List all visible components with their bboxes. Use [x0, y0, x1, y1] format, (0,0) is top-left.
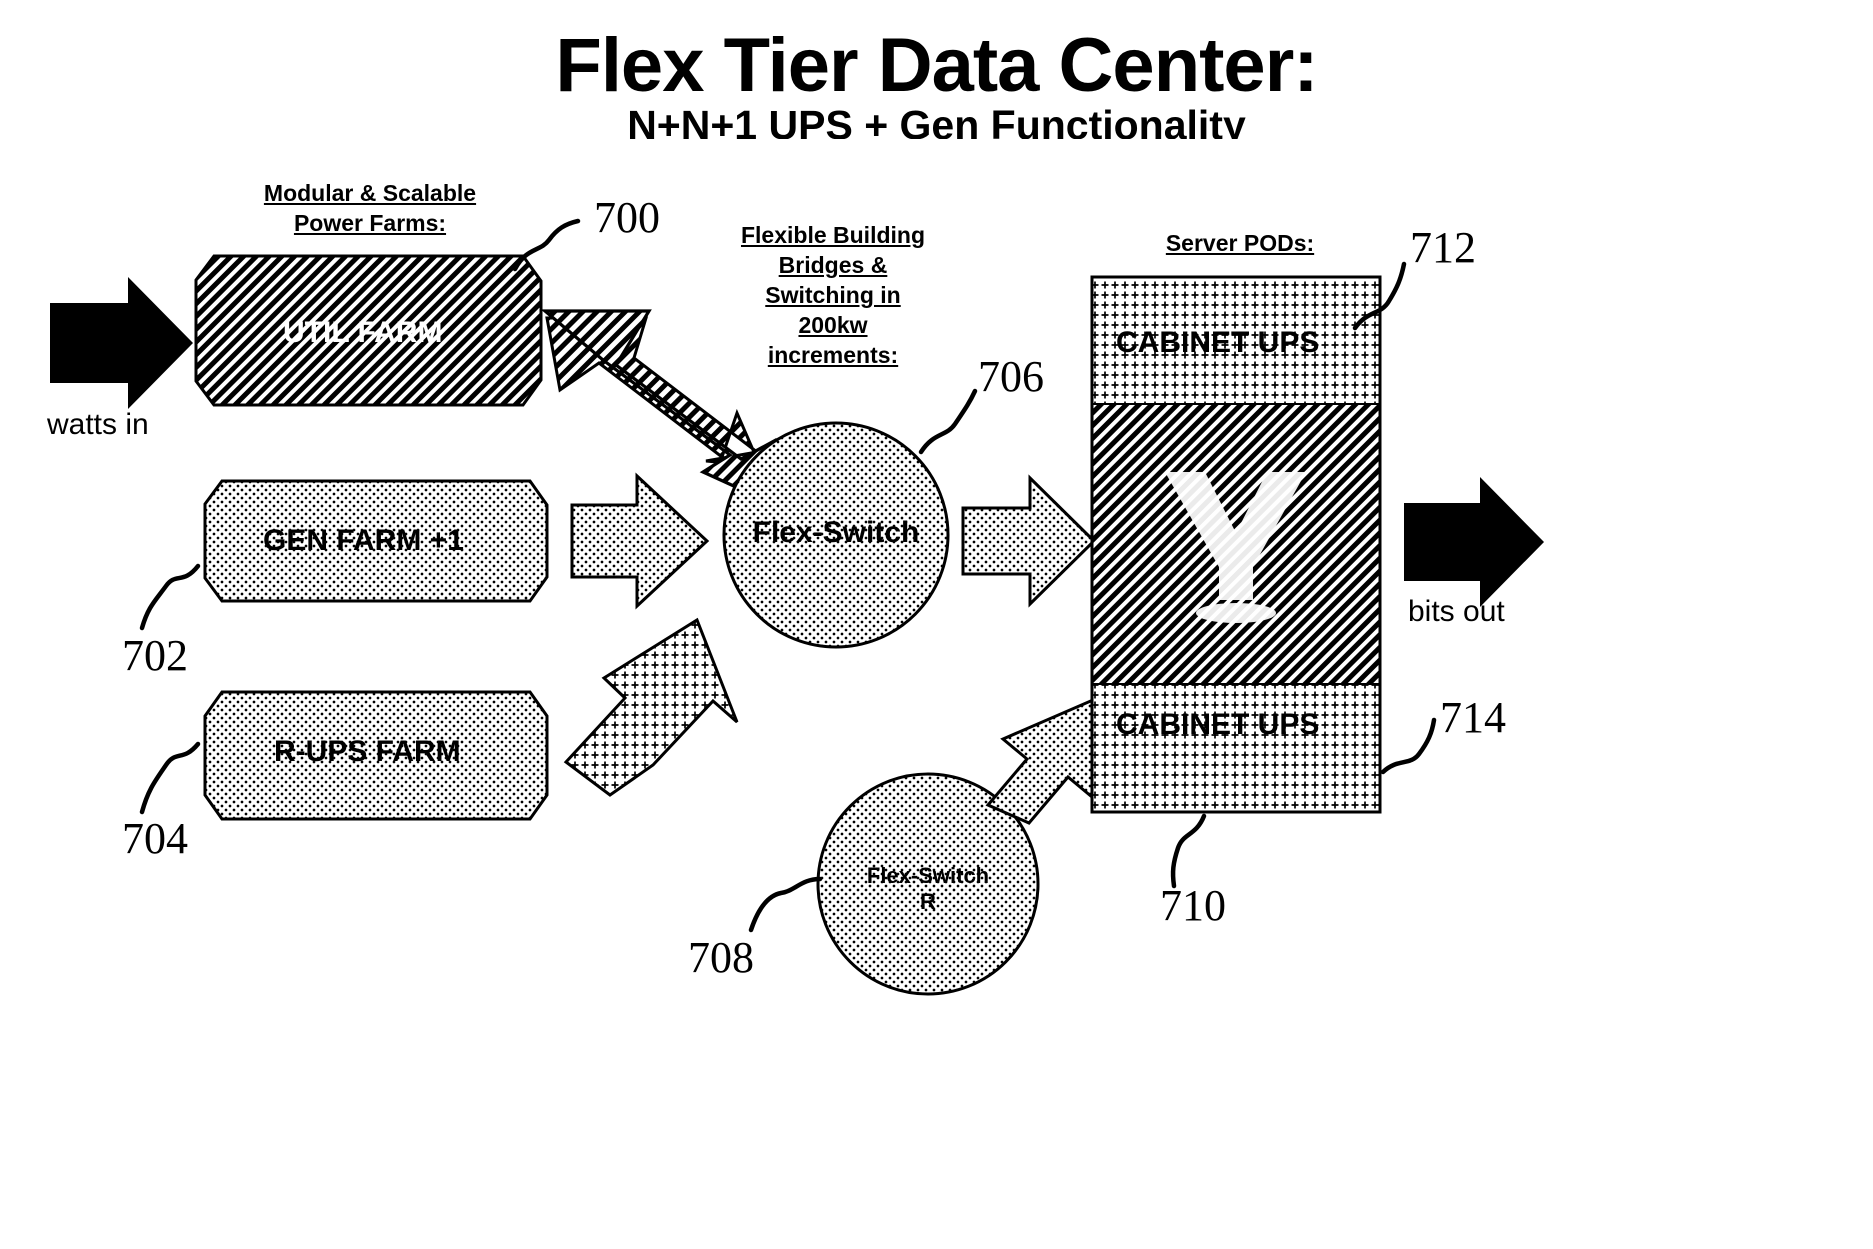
leader-710: [1170, 813, 1207, 889]
leader-702: [139, 563, 201, 631]
rups-to-switch-arrow: [563, 617, 739, 797]
leader-704: [139, 741, 201, 815]
section-heading-server-pods: Server PODs:: [1165, 230, 1315, 256]
bits-out-label: bits out: [1408, 595, 1505, 628]
reference-numeral-712: 712: [1410, 223, 1476, 272]
gen-to-switch-arrow: [570, 472, 710, 610]
watts-in-arrow: [50, 277, 193, 409]
gen-farm-label: GEN FARM +1: [263, 524, 464, 557]
reference-numeral-704: 704: [122, 814, 188, 863]
section-heading-bridges: Flexible Building Bridges & Switching in…: [740, 222, 925, 368]
flex-switch-label: Flex-Switch: [752, 516, 920, 549]
util-farm-label: UTIL FARM: [283, 316, 443, 349]
diagram-canvas: Flex Tier Data Center: N+N+1 UPS + Gen F…: [0, 0, 1873, 1249]
bits-out-arrow: [1404, 477, 1544, 607]
leader-706: [918, 388, 978, 455]
page-subtitle: N+N+1 UPS + Gen Functionality: [627, 105, 1246, 139]
flex-switch-r-label: Flex-Switch R: [866, 863, 990, 914]
reference-numeral-714: 714: [1440, 693, 1506, 742]
leader-714: [1380, 717, 1437, 775]
reference-numeral-706: 706: [978, 352, 1044, 401]
page-title: Flex Tier Data Center:: [555, 23, 1318, 108]
reference-numeral-708: 708: [688, 933, 754, 982]
reference-numeral-702: 702: [122, 631, 188, 680]
watts-in-label: watts in: [47, 408, 149, 441]
section-heading-power-farms: Modular & Scalable Power Farms:: [263, 180, 477, 236]
rups-farm-label: R-UPS FARM: [274, 735, 461, 768]
leader-708: [748, 876, 823, 933]
switch-to-pod-arrow: [961, 474, 1097, 608]
reference-numeral-710: 710: [1160, 881, 1226, 930]
cabinet-ups-top-label: CABINET UPS: [1116, 326, 1320, 359]
cabinet-ups-bottom-label: CABINET UPS: [1116, 708, 1320, 741]
reference-numeral-700: 700: [594, 193, 660, 242]
switchr-to-pod-arrow: [985, 697, 1095, 825]
